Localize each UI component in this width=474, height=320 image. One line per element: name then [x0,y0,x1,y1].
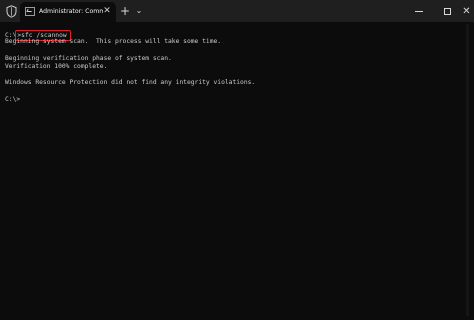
output-line: Windows Resource Protection did not find… [5,79,256,87]
terminal-icon [25,7,35,16]
chevron-down-icon[interactable]: ⌄ [134,5,144,17]
command-line: C:\>sfc /scannow [5,30,469,41]
output-line: Verification 100% complete. [5,62,108,70]
minimize-button[interactable] [405,0,433,22]
console-output[interactable]: C:\>sfc /scannow Beginning system scan. … [5,30,469,104]
scrollbar[interactable] [466,24,469,316]
final-prompt: C:\> [5,95,21,103]
output-line: Beginning system scan. This process will… [5,38,222,46]
output-line: Beginning verification phase of system s… [5,54,172,62]
new-tab-button[interactable]: + [119,4,131,18]
tab-title: Administrator: Command Prom [39,8,103,15]
title-bar: Administrator: Command Prom ✕ + ⌄ ✕ [0,0,474,22]
tab-command-prompt[interactable]: Administrator: Command Prom ✕ [20,2,116,22]
close-button[interactable]: ✕ [459,0,474,22]
shield-icon[interactable] [4,3,18,19]
close-tab-icon[interactable]: ✕ [102,6,112,16]
maximize-icon [443,7,451,15]
maximize-button[interactable] [433,0,461,22]
close-icon: ✕ [462,5,471,17]
minimize-icon [415,10,423,12]
